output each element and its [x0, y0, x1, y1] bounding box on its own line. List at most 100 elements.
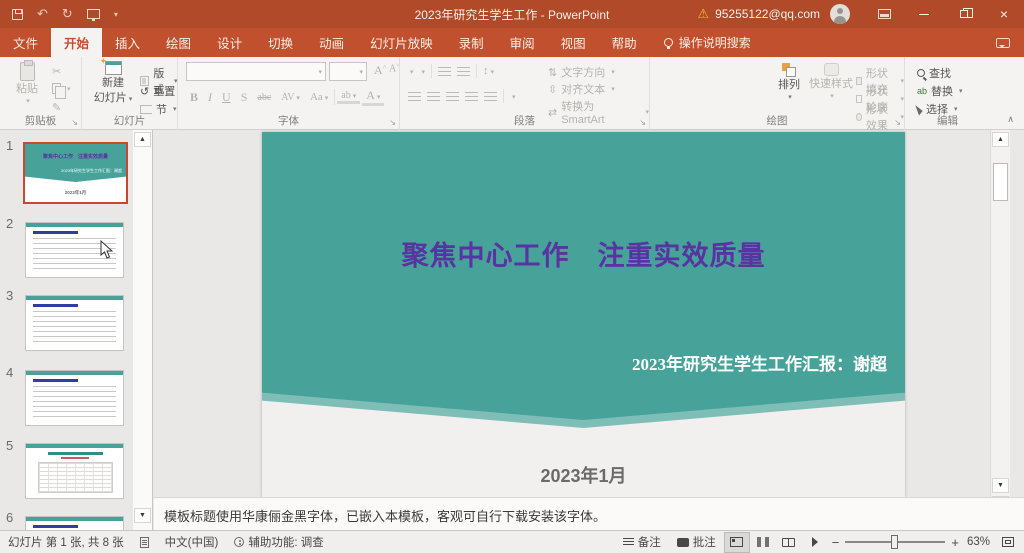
- tab-view[interactable]: 视图: [548, 28, 599, 57]
- slide-thumbnail-5[interactable]: [25, 443, 124, 499]
- thumbnail-scrollbar[interactable]: ▲ ▼: [133, 130, 153, 530]
- slide-subtitle-text[interactable]: 2023年研究生学生工作汇报：谢超: [632, 350, 887, 375]
- slide-thumbnail-panel[interactable]: 1 聚焦中心工作 注重实效质量 2023年研究生学生工作汇报：谢超 2023年1…: [0, 130, 133, 530]
- replace-button[interactable]: ab替换▾: [917, 83, 963, 99]
- font-size-combo[interactable]: ▾: [329, 62, 367, 81]
- scroll-down-button[interactable]: ▼: [992, 478, 1009, 493]
- quick-styles-button[interactable]: 快速样式 ▾: [808, 63, 854, 101]
- align-right-icon[interactable]: [446, 92, 459, 101]
- tab-record[interactable]: 录制: [446, 28, 497, 57]
- scroll-up-button[interactable]: ▲: [992, 132, 1009, 147]
- slide-thumbnail-3[interactable]: [25, 295, 124, 351]
- drawing-dialog-launcher[interactable]: ↘: [894, 118, 901, 127]
- slide-number-indicator[interactable]: 幻灯片 第 1 张, 共 8 张: [0, 534, 132, 550]
- reset-button[interactable]: ↺重置: [140, 83, 175, 99]
- main-scrollbar[interactable]: ▲ ▼ ▲▲ ▼▼: [990, 130, 1010, 530]
- text-shadow-button[interactable]: S: [237, 90, 252, 105]
- slide-date-text[interactable]: 2023年1月: [262, 462, 905, 488]
- comments-toggle-button-status[interactable]: 批注: [669, 534, 724, 550]
- tab-design[interactable]: 设计: [204, 28, 255, 57]
- close-button[interactable]: ×: [984, 0, 1024, 28]
- align-left-icon[interactable]: [408, 92, 421, 101]
- zoom-slider-track[interactable]: [845, 541, 945, 543]
- comments-toggle-button[interactable]: [996, 28, 1010, 57]
- accessibility-checker[interactable]: 辅助功能: 调查: [226, 534, 331, 550]
- ribbon-display-options-button[interactable]: [864, 0, 904, 28]
- collapse-ribbon-button[interactable]: ∧: [1007, 114, 1014, 125]
- new-slide-button[interactable]: 新建 幻灯片▾: [90, 61, 136, 104]
- notes-toggle-button[interactable]: 备注: [615, 534, 669, 550]
- slide-thumbnail-4[interactable]: [25, 370, 124, 426]
- paste-button[interactable]: 粘贴 ▾: [8, 62, 46, 106]
- scrollbar-thumb[interactable]: [993, 163, 1008, 201]
- account-email[interactable]: 95255122@qq.com: [715, 7, 820, 21]
- slide-canvas[interactable]: 聚焦中心工作 注重实效质量 2023年研究生学生工作汇报：谢超 2023年1月: [262, 132, 905, 497]
- bold-button[interactable]: B: [186, 90, 202, 105]
- character-spacing-button[interactable]: AV▾: [277, 92, 304, 103]
- arrange-button[interactable]: 排列 ▾: [772, 63, 806, 102]
- slide-title-text[interactable]: 聚焦中心工作 注重实效质量: [262, 234, 905, 273]
- mouse-cursor: [100, 240, 113, 262]
- change-case-button[interactable]: Aa▾: [306, 91, 332, 103]
- paragraph-dialog-launcher[interactable]: ↘: [639, 118, 646, 127]
- fit-to-window-button[interactable]: [994, 537, 1024, 547]
- tab-file[interactable]: 文件: [0, 28, 51, 57]
- font-dialog-launcher[interactable]: ↘: [389, 118, 396, 127]
- strikethrough-button[interactable]: abc: [253, 92, 275, 103]
- save-icon[interactable]: [12, 9, 23, 20]
- italic-button[interactable]: I: [204, 90, 216, 105]
- highlight-color-button[interactable]: ab▾: [337, 90, 360, 104]
- increase-indent-icon[interactable]: [457, 67, 470, 76]
- find-button[interactable]: 查找: [917, 65, 951, 81]
- tab-insert[interactable]: 插入: [102, 28, 153, 57]
- spell-check-button[interactable]: [132, 537, 157, 548]
- zoom-in-button[interactable]: +: [951, 535, 959, 550]
- notes-text[interactable]: 模板标题使用华康俪金黑字体，已嵌入本模板，客观可自行下载安装该字体。: [164, 506, 606, 525]
- font-color-button[interactable]: A▾: [362, 88, 384, 106]
- tab-help[interactable]: 帮助: [599, 28, 650, 57]
- slide-thumbnail-1[interactable]: 聚焦中心工作 注重实效质量 2023年研究生学生工作汇报：谢超 2023年1月: [23, 142, 128, 204]
- tab-home[interactable]: 开始: [51, 28, 102, 57]
- tab-transitions[interactable]: 切换: [255, 28, 306, 57]
- minimize-button[interactable]: [904, 0, 944, 28]
- zoom-out-button[interactable]: −: [832, 535, 840, 550]
- reading-view-button[interactable]: [776, 532, 802, 553]
- normal-view-button[interactable]: [724, 532, 750, 553]
- language-indicator[interactable]: 中文(中国): [157, 534, 227, 550]
- distribute-icon[interactable]: [484, 92, 497, 101]
- thumbnail-scroll-up-button[interactable]: ▲: [134, 132, 151, 147]
- tab-draw[interactable]: 绘图: [153, 28, 204, 57]
- decrease-indent-icon[interactable]: [438, 67, 451, 76]
- slide-sorter-view-button[interactable]: [750, 532, 776, 553]
- align-text-button[interactable]: ⇳对齐文本▾: [548, 81, 615, 97]
- slide-thumbnail-6[interactable]: [25, 516, 124, 530]
- slideshow-view-button[interactable]: [802, 532, 828, 553]
- customize-qat-icon[interactable]: ▾: [114, 10, 118, 19]
- notes-pane[interactable]: 模板标题使用华康俪金黑字体，已嵌入本模板，客观可自行下载安装该字体。: [154, 497, 1024, 530]
- zoom-slider-thumb[interactable]: [891, 535, 898, 549]
- justify-icon[interactable]: [465, 92, 478, 101]
- cut-button[interactable]: ✂: [52, 65, 61, 78]
- thumbnail-scroll-down-button[interactable]: ▼: [134, 508, 151, 523]
- align-center-icon[interactable]: [427, 92, 440, 101]
- start-slideshow-icon[interactable]: [87, 9, 100, 19]
- bullets-button[interactable]: ▾: [408, 65, 414, 77]
- copy-button[interactable]: ▾: [52, 83, 71, 94]
- line-spacing-button[interactable]: ↕▾: [483, 65, 494, 77]
- numbering-button[interactable]: ▾: [420, 65, 426, 77]
- tab-animations[interactable]: 动画: [306, 28, 357, 57]
- tab-review[interactable]: 审阅: [497, 28, 548, 57]
- underline-button[interactable]: U: [218, 90, 235, 105]
- text-direction-button[interactable]: ⇅文字方向▾: [548, 64, 615, 80]
- columns-button[interactable]: ▾: [510, 90, 516, 102]
- tell-me-search[interactable]: 操作说明搜索: [654, 28, 761, 57]
- zoom-level[interactable]: 63%: [963, 536, 994, 548]
- restore-button[interactable]: [944, 0, 984, 28]
- redo-icon[interactable]: ↻: [62, 6, 73, 22]
- avatar[interactable]: [830, 4, 850, 24]
- clipboard-dialog-launcher[interactable]: ↘: [71, 118, 78, 127]
- dropdown-caret: ▾: [26, 98, 30, 106]
- font-name-combo[interactable]: ▾: [186, 62, 326, 81]
- undo-icon[interactable]: ↶: [37, 6, 48, 22]
- tab-slideshow[interactable]: 幻灯片放映: [357, 28, 446, 57]
